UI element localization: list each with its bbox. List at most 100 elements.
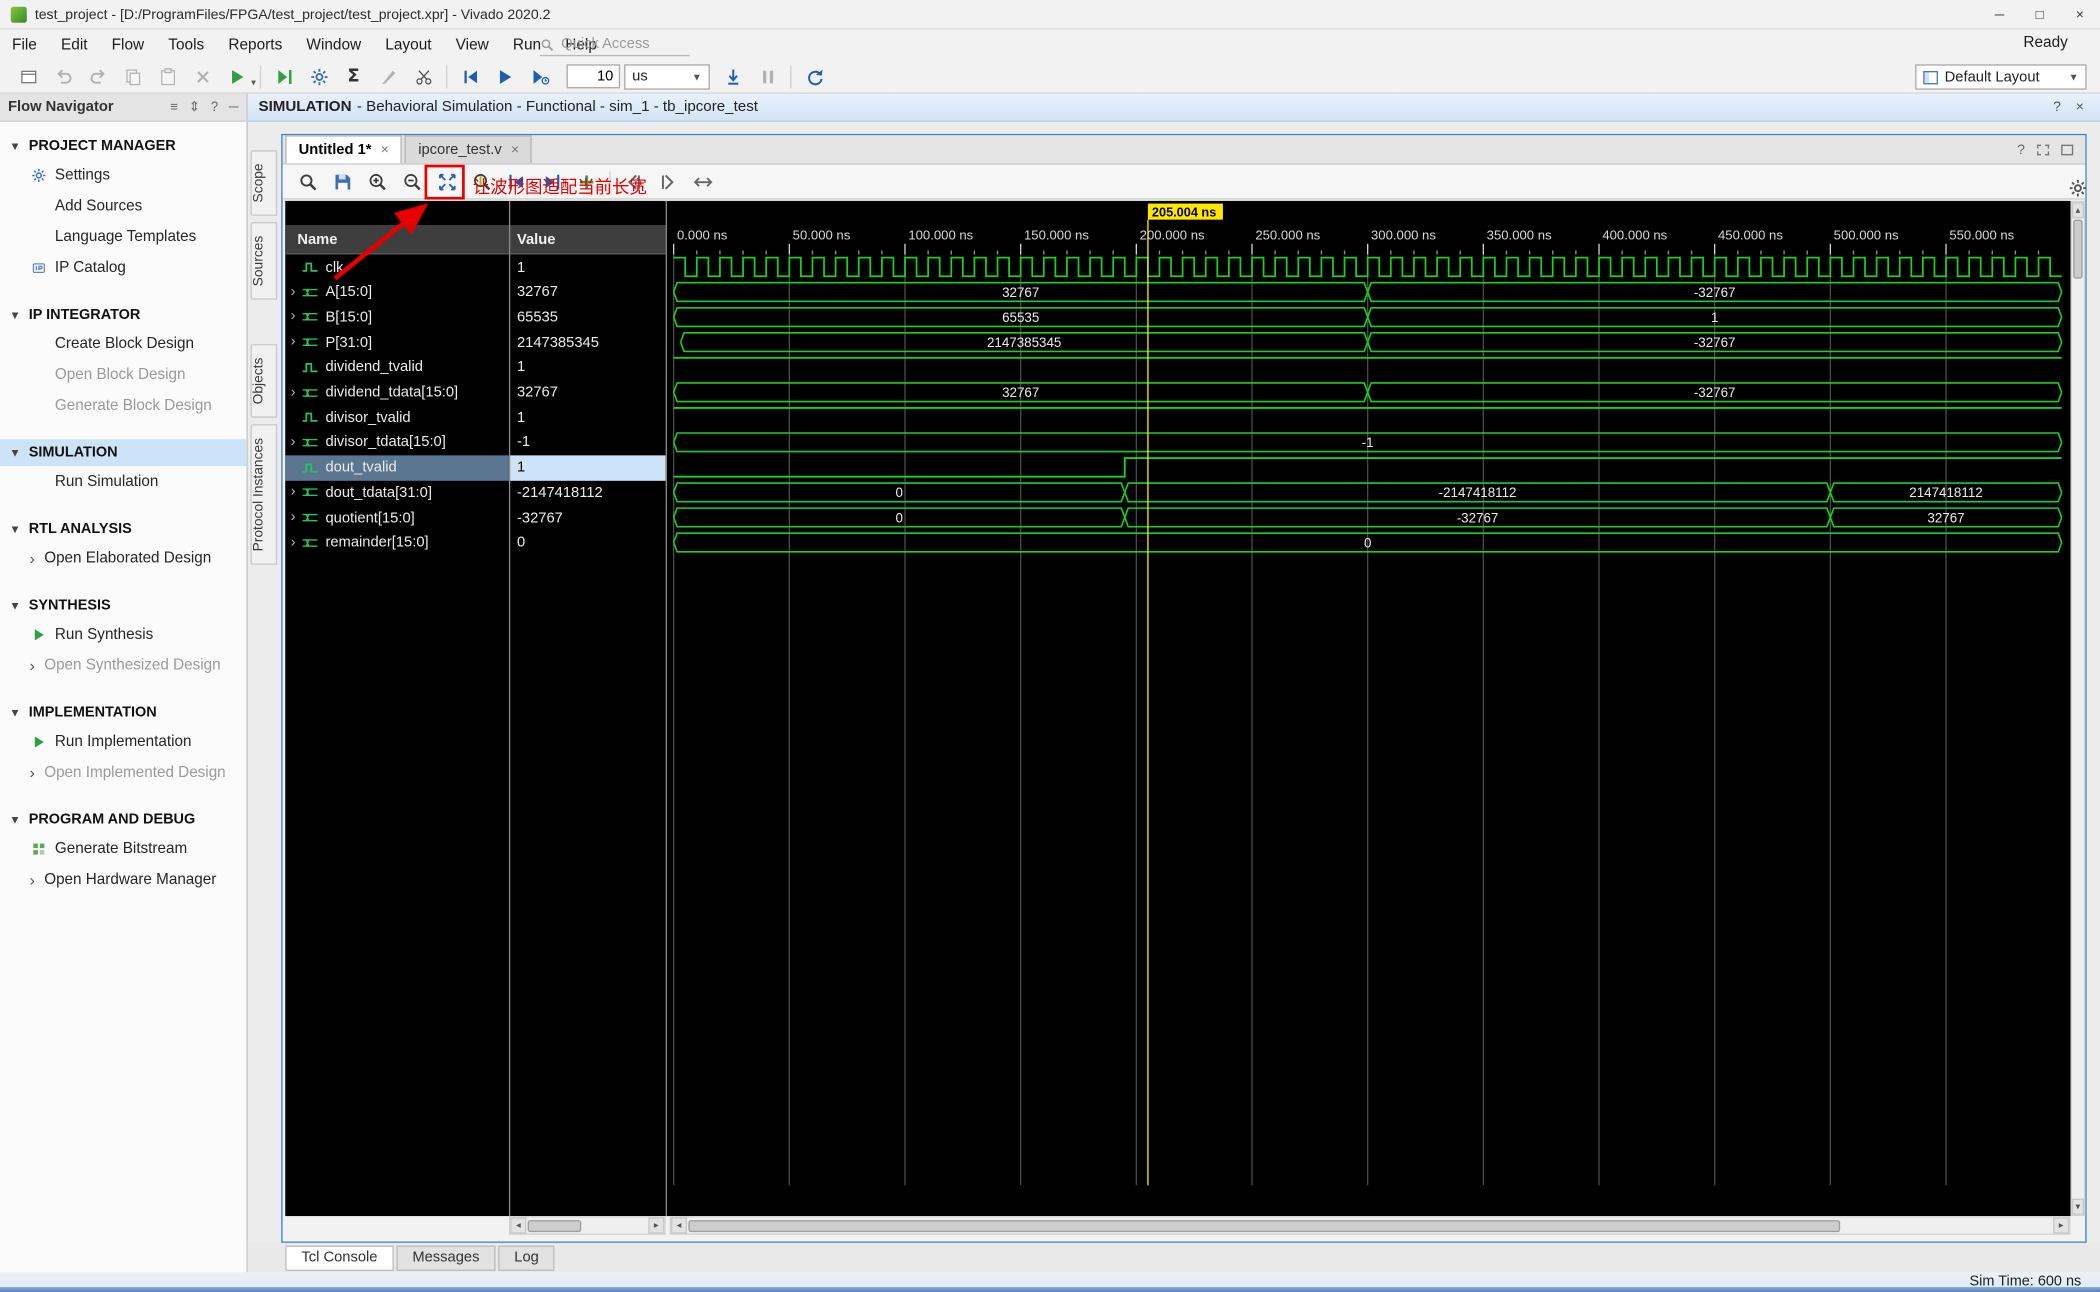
pause-button[interactable] bbox=[750, 62, 785, 90]
step-down-button[interactable] bbox=[715, 62, 750, 90]
float-window-icon[interactable] bbox=[2037, 143, 2050, 155]
wave-horizontal-scrollbar[interactable]: ◂ ▸ bbox=[669, 1216, 2071, 1235]
close-tab-icon[interactable]: × bbox=[511, 143, 519, 158]
expand-icon[interactable]: › bbox=[29, 657, 34, 673]
column-divider[interactable] bbox=[508, 200, 511, 1217]
save-waveform-button[interactable] bbox=[325, 167, 360, 196]
delete-button[interactable] bbox=[185, 62, 220, 90]
side-tab-objects[interactable]: Objects bbox=[250, 344, 278, 418]
filter-icon[interactable]: ≡ bbox=[170, 100, 178, 115]
expand-icon[interactable]: › bbox=[29, 764, 34, 780]
expand-icon[interactable]: › bbox=[285, 334, 301, 350]
help-icon[interactable]: ? bbox=[2017, 141, 2025, 157]
scroll-left-icon[interactable]: ◂ bbox=[670, 1217, 688, 1234]
signal-value-a-15-0[interactable]: 32767 bbox=[509, 279, 666, 304]
editor-tab-untitled-1[interactable]: Untitled 1* × bbox=[285, 135, 403, 164]
close-icon[interactable]: × bbox=[2076, 99, 2084, 115]
flownav-item-run-simulation[interactable]: Run Simulation bbox=[0, 466, 246, 497]
expand-icon[interactable]: › bbox=[285, 434, 301, 450]
help-icon[interactable]: ? bbox=[211, 100, 218, 115]
restart-button[interactable] bbox=[453, 62, 488, 90]
signal-value-dividend-tdata-15-0[interactable]: 32767 bbox=[509, 380, 666, 405]
signal-name-clk[interactable]: clk bbox=[285, 254, 509, 279]
run-button[interactable]: ▾ bbox=[220, 62, 256, 90]
probe-button[interactable] bbox=[406, 62, 441, 90]
expand-icon[interactable]: › bbox=[29, 550, 34, 566]
signal-value-b-15-0[interactable]: 65535 bbox=[509, 305, 666, 330]
flownav-section-implementation[interactable]: ▼ IMPLEMENTATION bbox=[0, 699, 246, 726]
run-all-button[interactable] bbox=[488, 62, 523, 90]
minimize-button[interactable]: ─ bbox=[1979, 0, 2019, 29]
signal-value-quotient-15-0[interactable]: -32767 bbox=[509, 505, 666, 530]
scrollbar-thumb[interactable] bbox=[527, 1219, 582, 1232]
minimize-panel-icon[interactable]: ─ bbox=[229, 100, 239, 115]
brush-button[interactable] bbox=[371, 62, 406, 90]
flownav-item-generate-block-design[interactable]: Generate Block Design bbox=[0, 390, 246, 421]
redo-button[interactable] bbox=[80, 62, 115, 90]
run-for-button[interactable] bbox=[522, 62, 557, 90]
scrollbar-thumb[interactable] bbox=[688, 1219, 1841, 1232]
zoom-in-button[interactable] bbox=[360, 167, 395, 196]
side-tab-protocol-instances[interactable]: Protocol Instances bbox=[250, 424, 278, 565]
menu-file[interactable]: File bbox=[0, 29, 49, 60]
maximize-panel-icon[interactable] bbox=[2061, 143, 2074, 155]
expand-collapse-icon[interactable]: ⇕ bbox=[189, 100, 200, 115]
expand-icon[interactable]: › bbox=[285, 384, 301, 400]
flownav-item-ip-catalog[interactable]: IP Catalog bbox=[0, 252, 246, 283]
flownav-item-add-sources[interactable]: Add Sources bbox=[0, 190, 246, 221]
flownav-item-open-elaborated-design[interactable]: › Open Elaborated Design bbox=[0, 542, 246, 573]
goto-time-right-button[interactable] bbox=[651, 167, 686, 196]
wave-settings-gear-icon[interactable] bbox=[2060, 173, 2095, 202]
run-time-input[interactable] bbox=[566, 64, 621, 89]
copy-button[interactable] bbox=[115, 62, 150, 90]
signal-name-remainder-15-0[interactable]: › remainder[15:0] bbox=[285, 530, 509, 555]
undo-button[interactable] bbox=[46, 62, 81, 90]
step-into-button[interactable] bbox=[267, 62, 302, 90]
scroll-down-icon[interactable]: ▾ bbox=[2071, 1198, 2084, 1215]
flownav-section-synthesis[interactable]: ▼ SYNTHESIS bbox=[0, 592, 246, 619]
expand-icon[interactable]: › bbox=[285, 309, 301, 325]
signal-value-divisor-tdata-15-0[interactable]: -1 bbox=[509, 430, 666, 455]
flownav-section-rtl-analysis[interactable]: ▼ RTL ANALYSIS bbox=[0, 516, 246, 543]
expand-icon[interactable]: › bbox=[29, 871, 34, 887]
signal-name-divisor-tvalid[interactable]: divisor_tvalid bbox=[285, 405, 509, 430]
menu-view[interactable]: View bbox=[444, 29, 501, 60]
signal-name-dividend-tdata-15-0[interactable]: › dividend_tdata[15:0] bbox=[285, 380, 509, 405]
help-icon[interactable]: ? bbox=[2053, 99, 2061, 115]
flownav-item-language-templates[interactable]: Language Templates bbox=[0, 221, 246, 252]
signal-value-dout-tvalid[interactable]: 1 bbox=[508, 454, 666, 481]
flownav-item-settings[interactable]: Settings bbox=[0, 159, 246, 190]
flownav-section-program-and-debug[interactable]: ▼ PROGRAM AND DEBUG bbox=[0, 806, 246, 833]
collapse-icon[interactable]: ▼ bbox=[9, 446, 20, 459]
relaunch-button[interactable] bbox=[797, 62, 832, 90]
signal-value-dividend-tvalid[interactable]: 1 bbox=[509, 355, 666, 380]
signal-value-remainder-15-0[interactable]: 0 bbox=[509, 530, 666, 555]
signal-name-quotient-15-0[interactable]: › quotient[15:0] bbox=[285, 505, 509, 530]
console-tab-log[interactable]: Log bbox=[498, 1244, 555, 1271]
open-window-button[interactable] bbox=[11, 62, 46, 90]
signal-value-p-31-0[interactable]: 2147385345 bbox=[509, 330, 666, 355]
signal-name-a-15-0[interactable]: › A[15:0] bbox=[285, 279, 509, 304]
collapse-icon[interactable]: ▼ bbox=[9, 522, 20, 535]
maximize-button[interactable]: □ bbox=[2020, 0, 2060, 29]
signal-name-dividend-tvalid[interactable]: dividend_tvalid bbox=[285, 355, 509, 380]
side-tab-sources[interactable]: Sources bbox=[250, 222, 278, 300]
expand-icon[interactable]: › bbox=[285, 510, 301, 525]
side-tab-scope[interactable]: Scope bbox=[250, 150, 278, 216]
scroll-up-icon[interactable]: ▴ bbox=[2071, 202, 2084, 219]
signal-name-b-15-0[interactable]: › B[15:0] bbox=[285, 305, 509, 330]
scroll-right-icon[interactable]: ▸ bbox=[2053, 1217, 2070, 1234]
signal-name-dout-tdata-31-0[interactable]: › dout_tdata[31:0] bbox=[285, 480, 509, 505]
flownav-section-ip-integrator[interactable]: ▼ IP INTEGRATOR bbox=[0, 301, 246, 328]
find-button[interactable] bbox=[291, 167, 326, 196]
flownav-item-generate-bitstream[interactable]: Generate Bitstream bbox=[0, 833, 246, 864]
menu-window[interactable]: Window bbox=[294, 29, 373, 60]
name-horizontal-scrollbar[interactable]: ◂ ▸ bbox=[508, 1216, 666, 1235]
settings-gear-button[interactable] bbox=[301, 62, 336, 90]
flownav-item-open-block-design[interactable]: Open Block Design bbox=[0, 359, 246, 390]
signal-name-p-31-0[interactable]: › P[31:0] bbox=[285, 330, 509, 355]
flownav-item-open-synthesized-design[interactable]: › Open Synthesized Design bbox=[0, 650, 246, 681]
menu-tools[interactable]: Tools bbox=[156, 29, 216, 60]
flownav-item-open-implemented-design[interactable]: › Open Implemented Design bbox=[0, 757, 246, 788]
console-tab-messages[interactable]: Messages bbox=[396, 1244, 496, 1271]
